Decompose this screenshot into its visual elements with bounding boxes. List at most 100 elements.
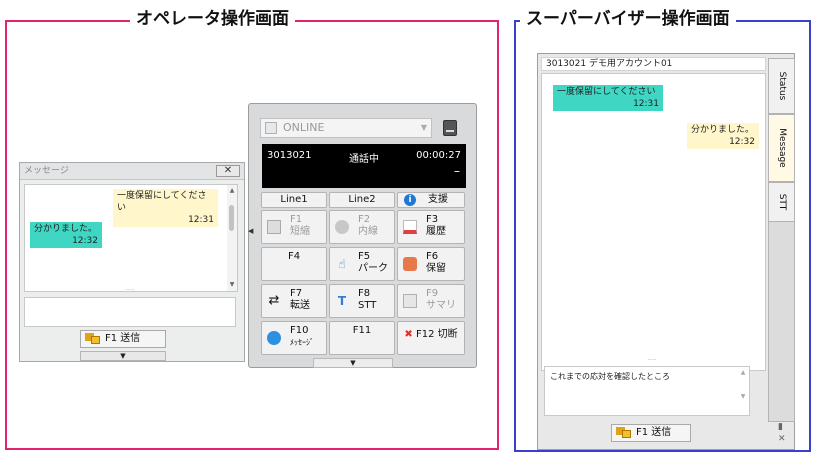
status-select[interactable]: ONLINE ▼ — [260, 118, 432, 138]
f1-speed-dial-button[interactable]: F1 短縮 — [261, 210, 327, 244]
caller-number: 3013021 — [267, 150, 312, 161]
send-button[interactable]: F1 送信 — [611, 424, 691, 442]
pin-icon[interactable]: ▮ — [778, 422, 783, 432]
fkey-label: パーク — [358, 263, 388, 274]
supervisor-message-input[interactable]: これまでの応対を確認したところ ▲ ▼ — [544, 366, 750, 416]
message-text: 分かりました。 — [34, 224, 98, 234]
send-button-label: F1 送信 — [105, 333, 141, 344]
scroll-down-icon[interactable]: ▼ — [228, 280, 236, 290]
send-icon — [85, 333, 101, 345]
message-text: 一度保留にしてください — [557, 87, 656, 97]
f11-button[interactable]: F11 — [329, 321, 395, 355]
message-bubble: 分かりました。 12:32 — [687, 123, 759, 149]
tab-stt[interactable]: STT — [768, 182, 795, 222]
supervisor-message-history[interactable]: 一度保留にしてください 12:31 分かりました。 12:32 — [541, 73, 766, 371]
fkey-label: 短縮 — [290, 226, 310, 237]
f5-park-button[interactable]: ☝ F5 パーク — [329, 247, 395, 281]
message-text: 一度保留にしてください — [117, 191, 207, 213]
fkey: F10 — [290, 325, 309, 336]
fkey-label: STT — [358, 300, 377, 311]
call-state: 通話中 — [349, 154, 379, 165]
supervisor-message-window: 3013021 デモ用アカウント01 一度保留にしてください 12:31 分かり… — [537, 53, 795, 450]
support-button[interactable]: i 支援 — [397, 192, 465, 208]
park-icon: ☝ — [338, 257, 346, 271]
f2-extension-button[interactable]: F2 内線 — [329, 210, 395, 244]
f9-summary-button[interactable]: F9 サマリ — [397, 284, 465, 318]
message-bubble: 一度保留にしてください 12:31 — [113, 189, 218, 227]
scroll-thumb[interactable] — [229, 205, 234, 231]
minimize-button[interactable] — [443, 120, 457, 136]
summary-icon — [403, 294, 417, 308]
fkey: F5 — [358, 251, 371, 262]
softphone-panel: ◀ ONLINE ▼ 3013021 通話中 00:00:27 – Line1 … — [248, 103, 477, 368]
fkey: F8 — [358, 288, 371, 299]
stt-icon: T — [337, 294, 347, 308]
extension-icon — [335, 220, 349, 234]
tab-message[interactable]: Message — [768, 114, 795, 182]
supervisor-input-text: これまでの応対を確認したところ — [550, 372, 670, 381]
collapse-toggle[interactable]: ▼ — [80, 351, 166, 361]
fkey-label: 保留 — [426, 263, 446, 274]
supervisor-window-title: 3013021 デモ用アカウント01 — [541, 57, 766, 71]
f12-disconnect-button[interactable]: ✖ F12 切断 — [397, 321, 465, 355]
fkey: F12 — [415, 329, 435, 340]
f7-transfer-button[interactable]: ⇄ F7 転送 — [261, 284, 327, 318]
phone-icon — [265, 122, 277, 134]
call-timer: 00:00:27 — [416, 150, 461, 161]
message-bubble: 分かりました。 12:32 — [30, 222, 102, 248]
call-display: 3013021 通話中 00:00:27 – — [262, 144, 466, 188]
transfer-icon: ⇄ — [268, 293, 280, 308]
tab-status[interactable]: Status — [768, 58, 795, 114]
fkey-label: 切断 — [437, 329, 458, 340]
tab-label: Status — [776, 71, 787, 101]
splitter-handle[interactable]: ····· — [120, 288, 140, 294]
fkey-label: 履歴 — [426, 226, 446, 237]
message-window-titlebar: メッセージ ✕ — [20, 163, 244, 180]
fkey-label: ﾒｯｾｰｼﾞ — [290, 338, 314, 347]
scroll-up-icon[interactable]: ▲ — [228, 186, 236, 196]
send-button-label: F1 送信 — [636, 427, 672, 438]
send-button[interactable]: F1 送信 — [80, 330, 166, 348]
f8-stt-button[interactable]: T F8 STT — [329, 284, 395, 318]
fkey: F1 — [290, 214, 303, 225]
tab-label: STT — [776, 193, 787, 211]
fkey: F6 — [426, 251, 439, 262]
hold-icon — [403, 257, 417, 271]
supervisor-section-title: スーパーバイザー操作画面 — [520, 8, 736, 30]
message-time: 12:31 — [188, 215, 214, 225]
f4-button[interactable]: F4 — [261, 247, 327, 281]
history-icon — [403, 220, 417, 234]
fkey-label: 内線 — [358, 226, 378, 237]
tab-label: Message — [776, 128, 787, 168]
input-scrollbar[interactable]: ▲ ▼ — [739, 367, 747, 415]
message-input[interactable] — [24, 297, 236, 327]
operator-section-title: オペレータ操作画面 — [130, 8, 295, 30]
fkey-label: 転送 — [290, 300, 310, 311]
send-icon — [616, 427, 632, 439]
f6-hold-button[interactable]: F6 保留 — [397, 247, 465, 281]
phone-collapse-toggle[interactable]: ▼ — [313, 358, 393, 368]
line2-button[interactable]: Line2 — [329, 192, 395, 208]
fkey: F7 — [290, 288, 303, 299]
chevron-left-icon[interactable]: ◀ — [248, 224, 256, 238]
fkey: F3 — [426, 214, 439, 225]
close-button[interactable]: ✕ — [216, 165, 240, 177]
splitter-handle[interactable]: ····· — [642, 358, 662, 364]
call-substatus: – — [454, 164, 460, 178]
close-icon[interactable]: ✕ — [778, 434, 786, 444]
tab-strip-empty — [768, 222, 795, 422]
info-icon: i — [404, 194, 416, 206]
disconnect-icon: ✖ — [404, 329, 413, 340]
message-time: 12:32 — [72, 236, 98, 246]
f10-message-button[interactable]: F10 ﾒｯｾｰｼﾞ — [261, 321, 327, 355]
line1-button[interactable]: Line1 — [261, 192, 327, 208]
chevron-down-icon: ▼ — [120, 352, 126, 360]
f3-history-button[interactable]: F3 履歴 — [397, 210, 465, 244]
fkey-label: サマリ — [426, 300, 456, 311]
speed-dial-icon — [267, 220, 281, 234]
message-history[interactable]: 一度保留にしてください 12:31 分かりました。 12:32 ▲ ▼ — [24, 184, 238, 292]
message-scrollbar[interactable]: ▲ ▼ — [227, 185, 237, 291]
message-time: 12:31 — [633, 99, 659, 109]
status-value: ONLINE — [283, 121, 325, 134]
message-time: 12:32 — [729, 137, 755, 147]
